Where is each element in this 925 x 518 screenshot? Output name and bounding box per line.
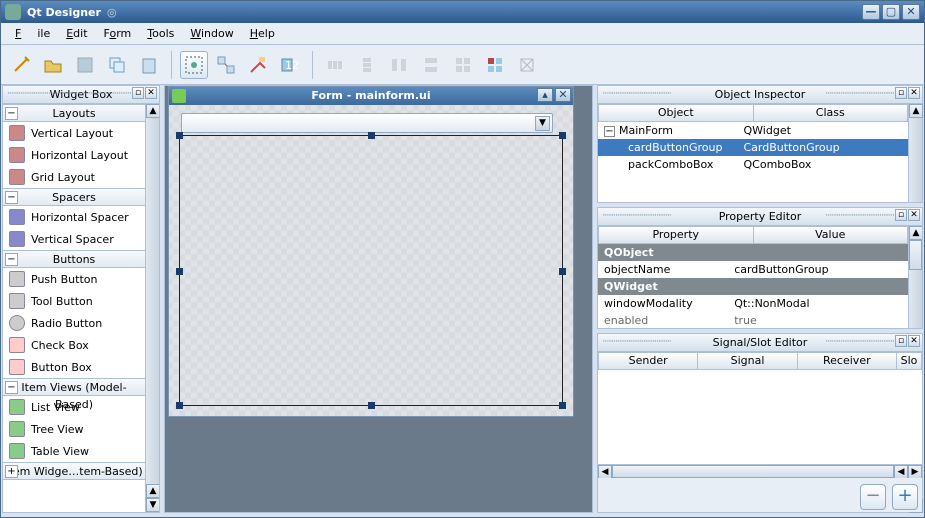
widget-radio-button[interactable]: Radio Button	[3, 312, 145, 334]
remove-connection-button[interactable]: −	[860, 484, 886, 510]
chevron-down-icon[interactable]: ▼	[535, 116, 550, 131]
property-section-qwidget[interactable]: QWidget	[598, 278, 908, 295]
open-folder-icon[interactable]	[39, 51, 67, 79]
inspector-scrollbar[interactable]: ▲▼	[908, 104, 922, 202]
form-canvas[interactable]: ▼	[169, 105, 573, 416]
property-scrollbar[interactable]: ▲▼	[908, 226, 922, 328]
signal-table-body	[598, 370, 922, 464]
copy-icon[interactable]	[103, 51, 131, 79]
widgetbox-scrollbar[interactable]: ▲ ▲ ▼	[145, 104, 159, 512]
category-layouts[interactable]: −Layouts	[3, 104, 145, 122]
app-title: Qt Designer	[27, 6, 101, 19]
property-row-windowmodality[interactable]: windowModalityQt::NonModal	[598, 295, 908, 312]
buddies-icon[interactable]	[244, 51, 272, 79]
maximize-button[interactable]: ▢	[882, 4, 900, 20]
save-icon[interactable]	[71, 51, 99, 79]
signal-h-scrollbar[interactable]: ◀◀▶	[598, 464, 922, 478]
widget-box-panel: Widget Box ▫✕ −Layouts Vertical Layout H…	[2, 85, 160, 513]
panel-float-icon[interactable]: ▫	[895, 335, 907, 347]
property-row-objectname[interactable]: objectNamecardButtonGroup	[598, 261, 908, 278]
signals-slots-icon[interactable]	[212, 51, 240, 79]
menu-form[interactable]: Form	[96, 24, 140, 43]
widget-check-box[interactable]: Check Box	[3, 334, 145, 356]
property-section-qobject[interactable]: QObject	[598, 244, 908, 261]
layout-horiz-icon[interactable]	[321, 51, 349, 79]
form-title-text: Form - mainform.ui	[311, 89, 430, 102]
panel-close-icon[interactable]: ✕	[908, 87, 920, 99]
menu-tools[interactable]: Tools	[139, 24, 182, 43]
edit-widgets-icon[interactable]	[7, 51, 35, 79]
break-layout-icon[interactable]	[481, 51, 509, 79]
form-window[interactable]: Form - mainform.ui ▴ ✕ ▼	[168, 86, 574, 417]
layout-vert-icon[interactable]	[353, 51, 381, 79]
widget-vertical-layout[interactable]: Vertical Layout	[3, 122, 145, 144]
widget-box-title: Widget Box ▫✕	[3, 86, 159, 104]
titlebar: Qt Designer ◎ — ▢ ✕	[1, 1, 924, 23]
inspector-row-cardbuttongroup[interactable]: cardButtonGroup CardButtonGroup	[598, 139, 908, 156]
category-buttons[interactable]: −Buttons	[3, 250, 145, 268]
widget-vertical-spacer[interactable]: Vertical Spacer	[3, 228, 145, 250]
menu-edit[interactable]: Edit	[58, 24, 95, 43]
property-editor-panel: Property Editor▫✕ PropertyValue QObject …	[597, 207, 923, 329]
panel-float-icon[interactable]: ▫	[895, 87, 907, 99]
selected-widget-outline[interactable]	[179, 135, 563, 406]
widget-table-view[interactable]: Table View	[3, 440, 145, 462]
inspector-header[interactable]: ObjectClass	[598, 104, 908, 122]
tab-order-icon[interactable]: 123	[276, 51, 304, 79]
form-icon	[172, 89, 186, 103]
layout-edit-icon[interactable]	[180, 51, 208, 79]
pack-combo-box[interactable]: ▼	[181, 113, 553, 133]
form-close-button[interactable]: ✕	[555, 88, 571, 102]
widget-button-box[interactable]: Button Box	[3, 356, 145, 378]
panel-close-icon[interactable]: ✕	[908, 209, 920, 221]
category-itemwidgets[interactable]: +Item Widge…tem-Based)	[3, 462, 145, 480]
widget-tool-button[interactable]: Tool Button	[3, 290, 145, 312]
app-icon	[5, 4, 21, 20]
layout-vsplit-icon[interactable]	[417, 51, 445, 79]
panel-float-icon[interactable]: ▫	[132, 87, 144, 99]
widget-push-button[interactable]: Push Button	[3, 268, 145, 290]
object-inspector-panel: Object Inspector▫✕ ObjectClass −MainForm…	[597, 85, 923, 203]
panel-close-icon[interactable]: ✕	[145, 87, 157, 99]
form-minimize-button[interactable]: ▴	[537, 88, 553, 102]
menu-file[interactable]: File	[7, 24, 58, 43]
widget-grid-layout[interactable]: Grid Layout	[3, 166, 145, 188]
widget-tree-view[interactable]: Tree View	[3, 418, 145, 440]
layout-hsplit-icon[interactable]	[385, 51, 413, 79]
inspector-row-packcombobox[interactable]: packComboBox QComboBox	[598, 156, 908, 173]
inspector-row-mainform[interactable]: −MainForm QWidget	[598, 122, 908, 139]
panel-close-icon[interactable]: ✕	[908, 335, 920, 347]
signal-slot-panel: Signal/Slot Editor▫✕ SenderSignalReceive…	[597, 333, 923, 513]
widget-horizontal-spacer[interactable]: Horizontal Spacer	[3, 206, 145, 228]
property-row-enabled[interactable]: enabledtrue	[598, 312, 908, 328]
property-header[interactable]: PropertyValue	[598, 226, 908, 244]
menu-window[interactable]: Window	[182, 24, 241, 43]
svg-text:123: 123	[285, 59, 300, 72]
add-connection-button[interactable]: +	[892, 484, 918, 510]
layout-grid-icon[interactable]	[449, 51, 477, 79]
close-button[interactable]: ✕	[902, 4, 920, 20]
category-spacers[interactable]: −Spacers	[3, 188, 145, 206]
toolbar: 123	[1, 45, 924, 85]
paste-icon[interactable]	[135, 51, 163, 79]
menubar: File Edit Form Tools Window Help	[1, 23, 924, 45]
mdi-area: Form - mainform.ui ▴ ✕ ▼	[164, 85, 593, 513]
adjust-size-icon[interactable]	[513, 51, 541, 79]
category-itemviews[interactable]: −Item Views (Model-Based)	[3, 378, 145, 396]
panel-float-icon[interactable]: ▫	[895, 209, 907, 221]
signal-header[interactable]: SenderSignalReceiverSlo	[598, 352, 922, 370]
menu-help[interactable]: Help	[242, 24, 283, 43]
minimize-button[interactable]: —	[862, 4, 880, 20]
widget-horizontal-layout[interactable]: Horizontal Layout	[3, 144, 145, 166]
